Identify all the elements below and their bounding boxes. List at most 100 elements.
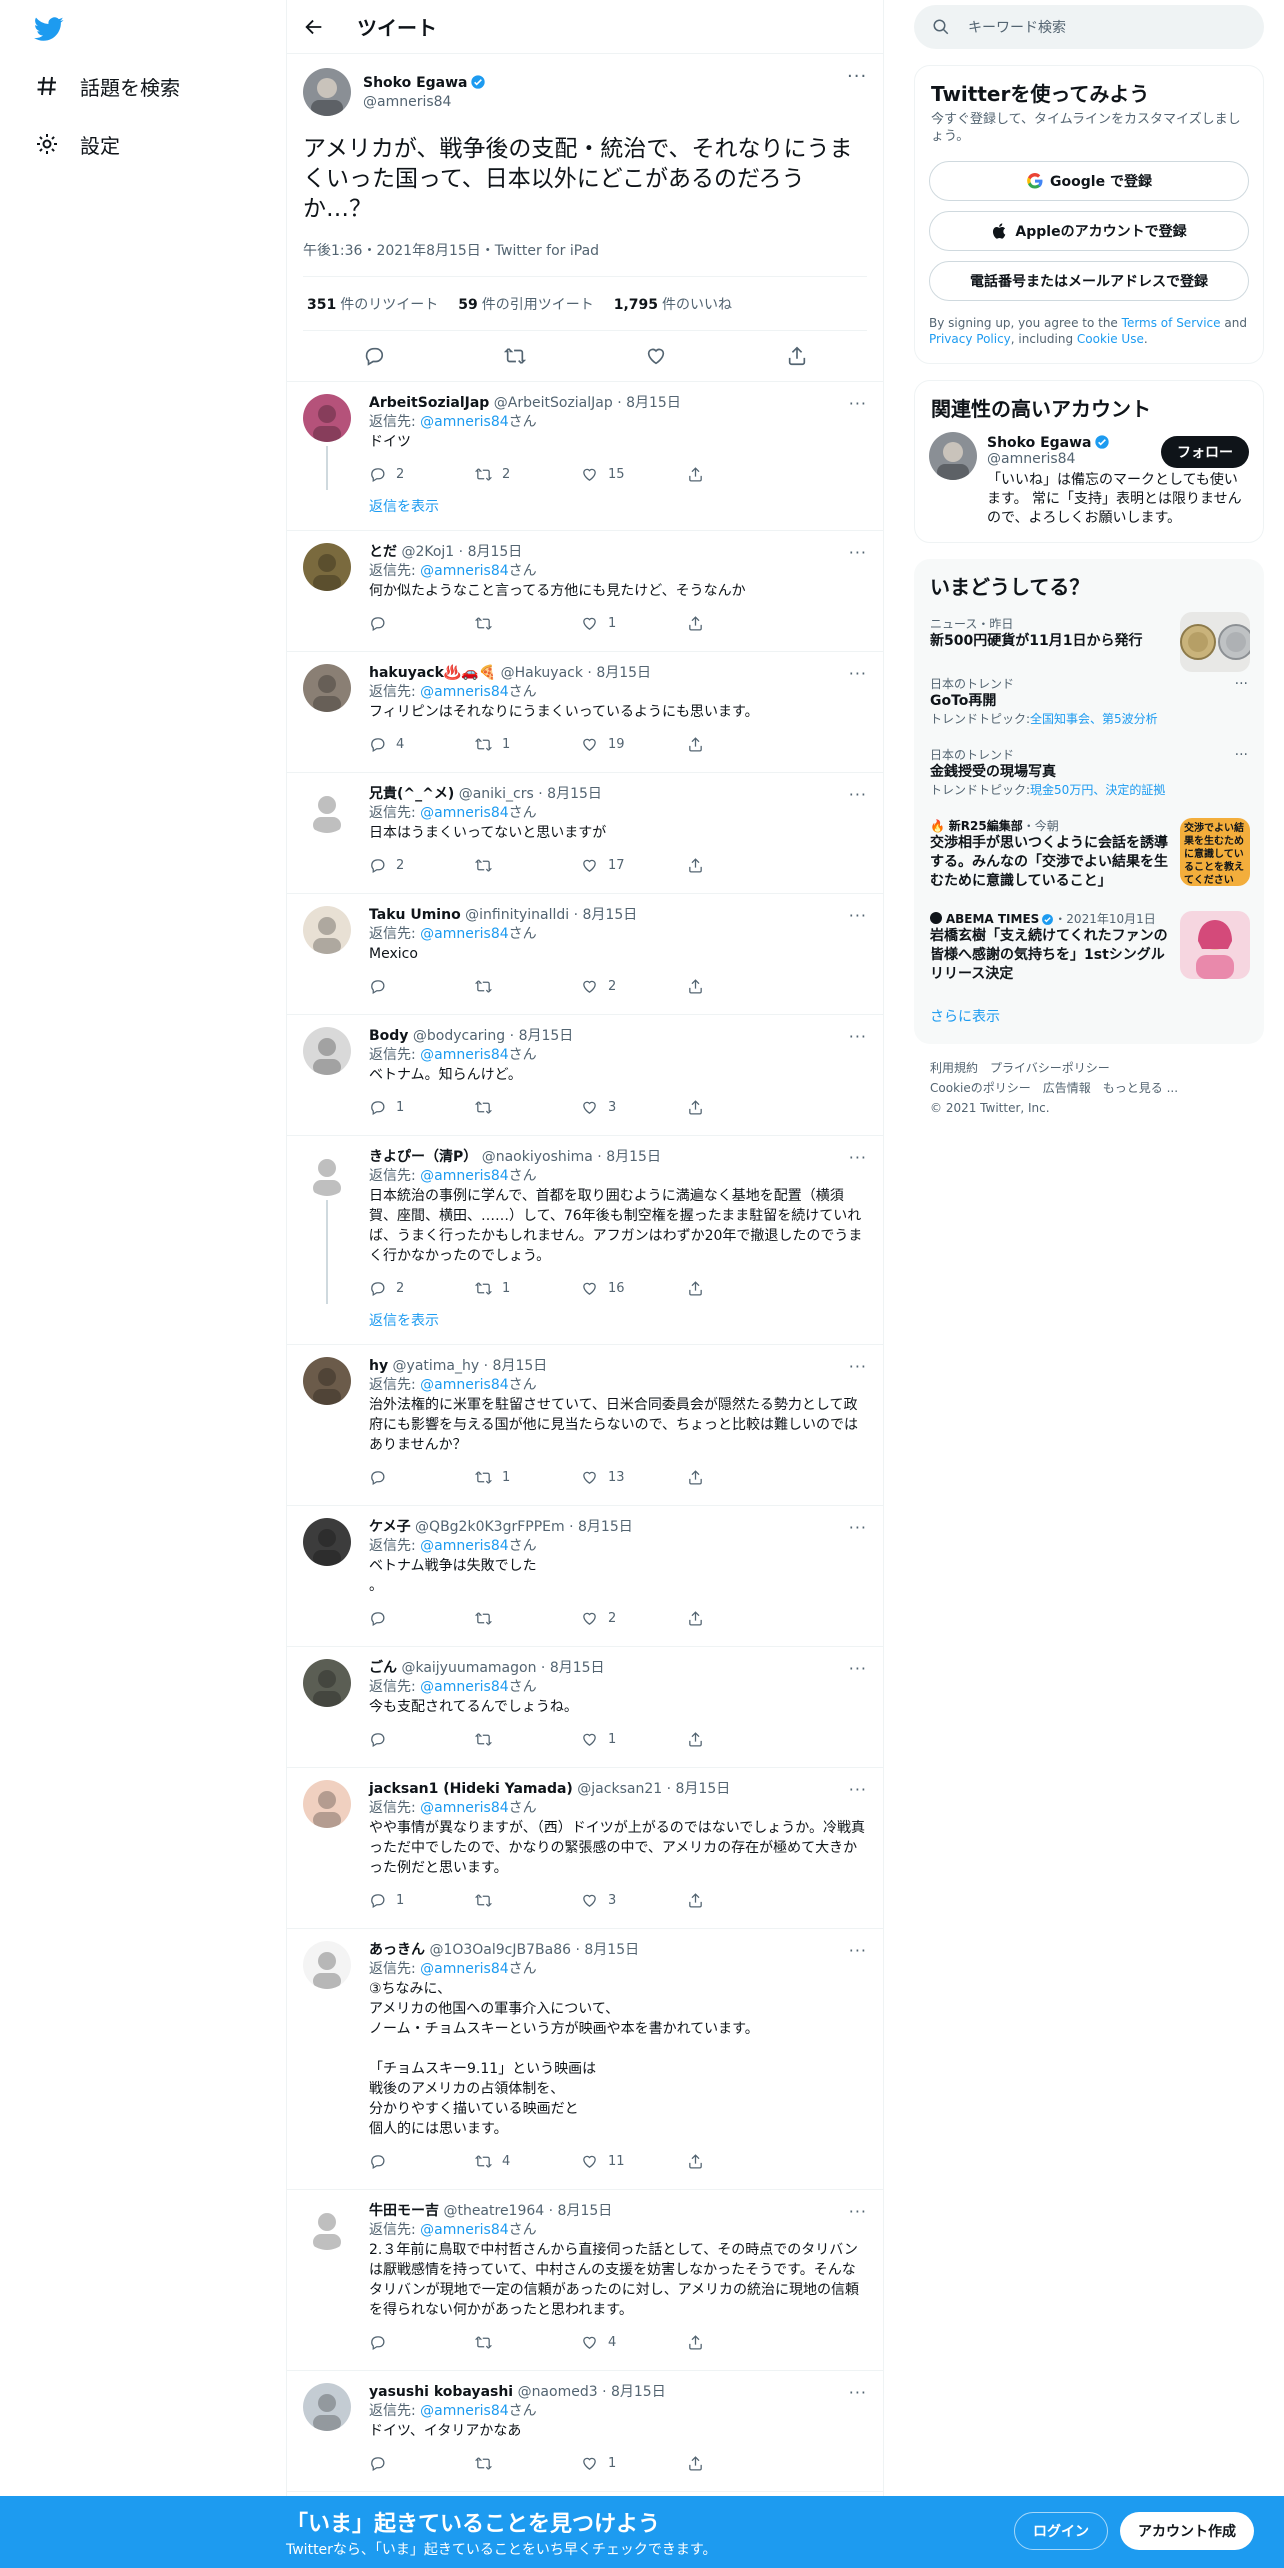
like-button[interactable]: 16: [581, 1280, 687, 1297]
reply-author-handle[interactable]: @1O3Oal9cJB7Ba86: [429, 1942, 571, 1958]
reply-author-name[interactable]: 牛田モー吉: [369, 2203, 439, 2219]
reply-author-handle[interactable]: @QBg2k0K3grFPPEm: [415, 1519, 565, 1535]
terms-link[interactable]: Terms of Service: [1122, 316, 1221, 330]
reply-to-link[interactable]: @amneris84: [420, 1961, 508, 1977]
reply-button[interactable]: [369, 1731, 475, 1748]
show-replies-link[interactable]: 返信を表示: [369, 1310, 867, 1332]
reply-author-handle[interactable]: @naomed3: [518, 2384, 598, 2400]
retweet-button[interactable]: 4: [475, 2153, 581, 2170]
reply-author-name[interactable]: ケメ子: [369, 1519, 411, 1535]
avatar[interactable]: [303, 68, 351, 116]
like-button[interactable]: 2: [581, 978, 687, 995]
retweets-stat[interactable]: 351 件のリツイート: [307, 294, 438, 314]
like-button[interactable]: 1: [581, 1731, 687, 1748]
reply-date[interactable]: 8月15日: [519, 1028, 574, 1044]
retweet-button[interactable]: 1: [475, 1280, 581, 1297]
share-button[interactable]: [687, 857, 793, 874]
reply-button[interactable]: [369, 2153, 475, 2170]
more-options-icon[interactable]: ···: [849, 543, 867, 562]
reply-button[interactable]: [369, 1469, 475, 1486]
more-options-icon[interactable]: ···: [1235, 676, 1248, 692]
share-button[interactable]: [687, 978, 793, 995]
show-more-link[interactable]: さらに表示: [914, 994, 1264, 1044]
reply-author-handle[interactable]: @theatre1964: [443, 2203, 544, 2219]
reply-tweet[interactable]: Body @bodycaring · 8月15日 返信先: @amneris84さ…: [287, 1015, 883, 1136]
more-options-icon[interactable]: ···: [849, 1148, 867, 1167]
retweet-button[interactable]: [475, 978, 581, 995]
login-button[interactable]: ログイン: [1014, 2512, 1108, 2550]
retweet-button[interactable]: [475, 2455, 581, 2472]
avatar[interactable]: [303, 1027, 351, 1075]
reply-button[interactable]: 2: [369, 466, 475, 483]
related-account[interactable]: Shoko Egawa @amneris84 「いいね」は備忘のマークとしても使…: [915, 426, 1263, 542]
reply-author-name[interactable]: Body: [369, 1028, 408, 1044]
reply-date[interactable]: 8月15日: [493, 1358, 548, 1374]
more-options-icon[interactable]: ···: [849, 1941, 867, 1960]
reply-date[interactable]: 8月15日: [578, 1519, 633, 1535]
privacy-link[interactable]: Privacy Policy: [929, 332, 1011, 346]
reply-date[interactable]: 8月15日: [584, 1942, 639, 1958]
avatar[interactable]: [303, 1659, 351, 1707]
author-handle[interactable]: @amneris84: [363, 93, 486, 112]
reply-author-handle[interactable]: @naokiyoshima: [482, 1149, 593, 1165]
reply-author-name[interactable]: hakuyack♨️🚗🍕: [369, 665, 496, 681]
reply-date[interactable]: 8月15日: [676, 1781, 731, 1797]
reply-date[interactable]: 8月15日: [606, 1149, 661, 1165]
more-options-icon[interactable]: ···: [1235, 747, 1248, 763]
retweet-button[interactable]: 2: [475, 466, 581, 483]
reply-author-handle[interactable]: @kaijyuumamagon: [401, 1660, 536, 1676]
reply-to-link[interactable]: @amneris84: [420, 2403, 508, 2419]
more-options-icon[interactable]: ···: [849, 906, 867, 925]
reply-button[interactable]: 2: [369, 857, 475, 874]
apple-signup-button[interactable]: Appleのアカウントで登録: [929, 211, 1249, 251]
trend-item[interactable]: 🔥 新R25編集部・今朝 交渉相手が思いつくように会話を誘導する。みんなの「交渉…: [914, 808, 1264, 901]
share-button[interactable]: [687, 1610, 793, 1627]
reply-tweet[interactable]: きよぴー（清P） @naokiyoshima · 8月15日 返信先: @amne…: [287, 1136, 883, 1345]
reply-author-name[interactable]: とだ: [369, 544, 397, 560]
like-button[interactable]: 4: [581, 2334, 687, 2351]
avatar[interactable]: [303, 906, 351, 954]
nav-settings[interactable]: 設定: [34, 124, 120, 164]
retweet-button[interactable]: [475, 1099, 581, 1116]
reply-button[interactable]: 2: [369, 1280, 475, 1297]
avatar[interactable]: [303, 785, 351, 833]
retweet-button[interactable]: [475, 2334, 581, 2351]
share-button[interactable]: [687, 2455, 793, 2472]
avatar[interactable]: [303, 1357, 351, 1405]
trend-item[interactable]: 日本のトレンド 金銭授受の現場写真 トレンドトピック:現金50万円、決定的証拠 …: [914, 737, 1264, 808]
more-options-icon[interactable]: ···: [849, 1780, 867, 1799]
more-options-icon[interactable]: ···: [849, 1357, 867, 1376]
reply-to-link[interactable]: @amneris84: [420, 805, 508, 821]
reply-to-link[interactable]: @amneris84: [420, 1800, 508, 1816]
tweet-timestamp[interactable]: 午後1:36・2021年8月15日・Twitter for iPad: [303, 240, 867, 277]
retweet-button[interactable]: [475, 1731, 581, 1748]
retweet-button[interactable]: 1: [475, 1469, 581, 1486]
avatar[interactable]: [303, 2202, 351, 2250]
reply-icon[interactable]: [363, 345, 385, 367]
reply-author-handle[interactable]: @bodycaring: [413, 1028, 505, 1044]
twitter-logo-icon[interactable]: [32, 14, 66, 44]
share-button[interactable]: [687, 2153, 793, 2170]
like-icon[interactable]: [645, 345, 667, 367]
like-button[interactable]: 3: [581, 1099, 687, 1116]
follow-button[interactable]: フォロー: [1161, 436, 1249, 468]
reply-tweet[interactable]: ごん @kaijyuumamagon · 8月15日 返信先: @amneris8…: [287, 1647, 883, 1768]
like-button[interactable]: 11: [581, 2153, 687, 2170]
reply-tweet[interactable]: hy @yatima_hy · 8月15日 返信先: @amneris84さん 治外…: [287, 1345, 883, 1506]
footer-link[interactable]: もっと見る ...: [1103, 1081, 1178, 1095]
reply-author-handle[interactable]: @2Koj1: [401, 544, 454, 560]
reply-button[interactable]: 1: [369, 1892, 475, 1909]
reply-date[interactable]: 8月15日: [626, 395, 681, 411]
cookie-link[interactable]: Cookie Use: [1077, 332, 1144, 346]
more-options-icon[interactable]: ···: [849, 2383, 867, 2402]
reply-tweet[interactable]: 兄貴(^_^メ) @aniki_crs · 8月15日 返信先: @amneris…: [287, 773, 883, 894]
create-account-button[interactable]: アカウント作成: [1120, 2512, 1254, 2550]
trend-item[interactable]: ニュース・昨日 新500円硬貨が11月1日から発行: [914, 606, 1264, 672]
reply-tweet[interactable]: yasushi kobayashi @naomed3 · 8月15日 返信先: @…: [287, 2371, 883, 2492]
reply-to-link[interactable]: @amneris84: [420, 926, 508, 942]
more-options-icon[interactable]: ···: [849, 394, 867, 413]
more-options-icon[interactable]: ···: [849, 1518, 867, 1537]
like-button[interactable]: 17: [581, 857, 687, 874]
reply-author-handle[interactable]: @yatima_hy: [393, 1358, 480, 1374]
reply-button[interactable]: [369, 978, 475, 995]
